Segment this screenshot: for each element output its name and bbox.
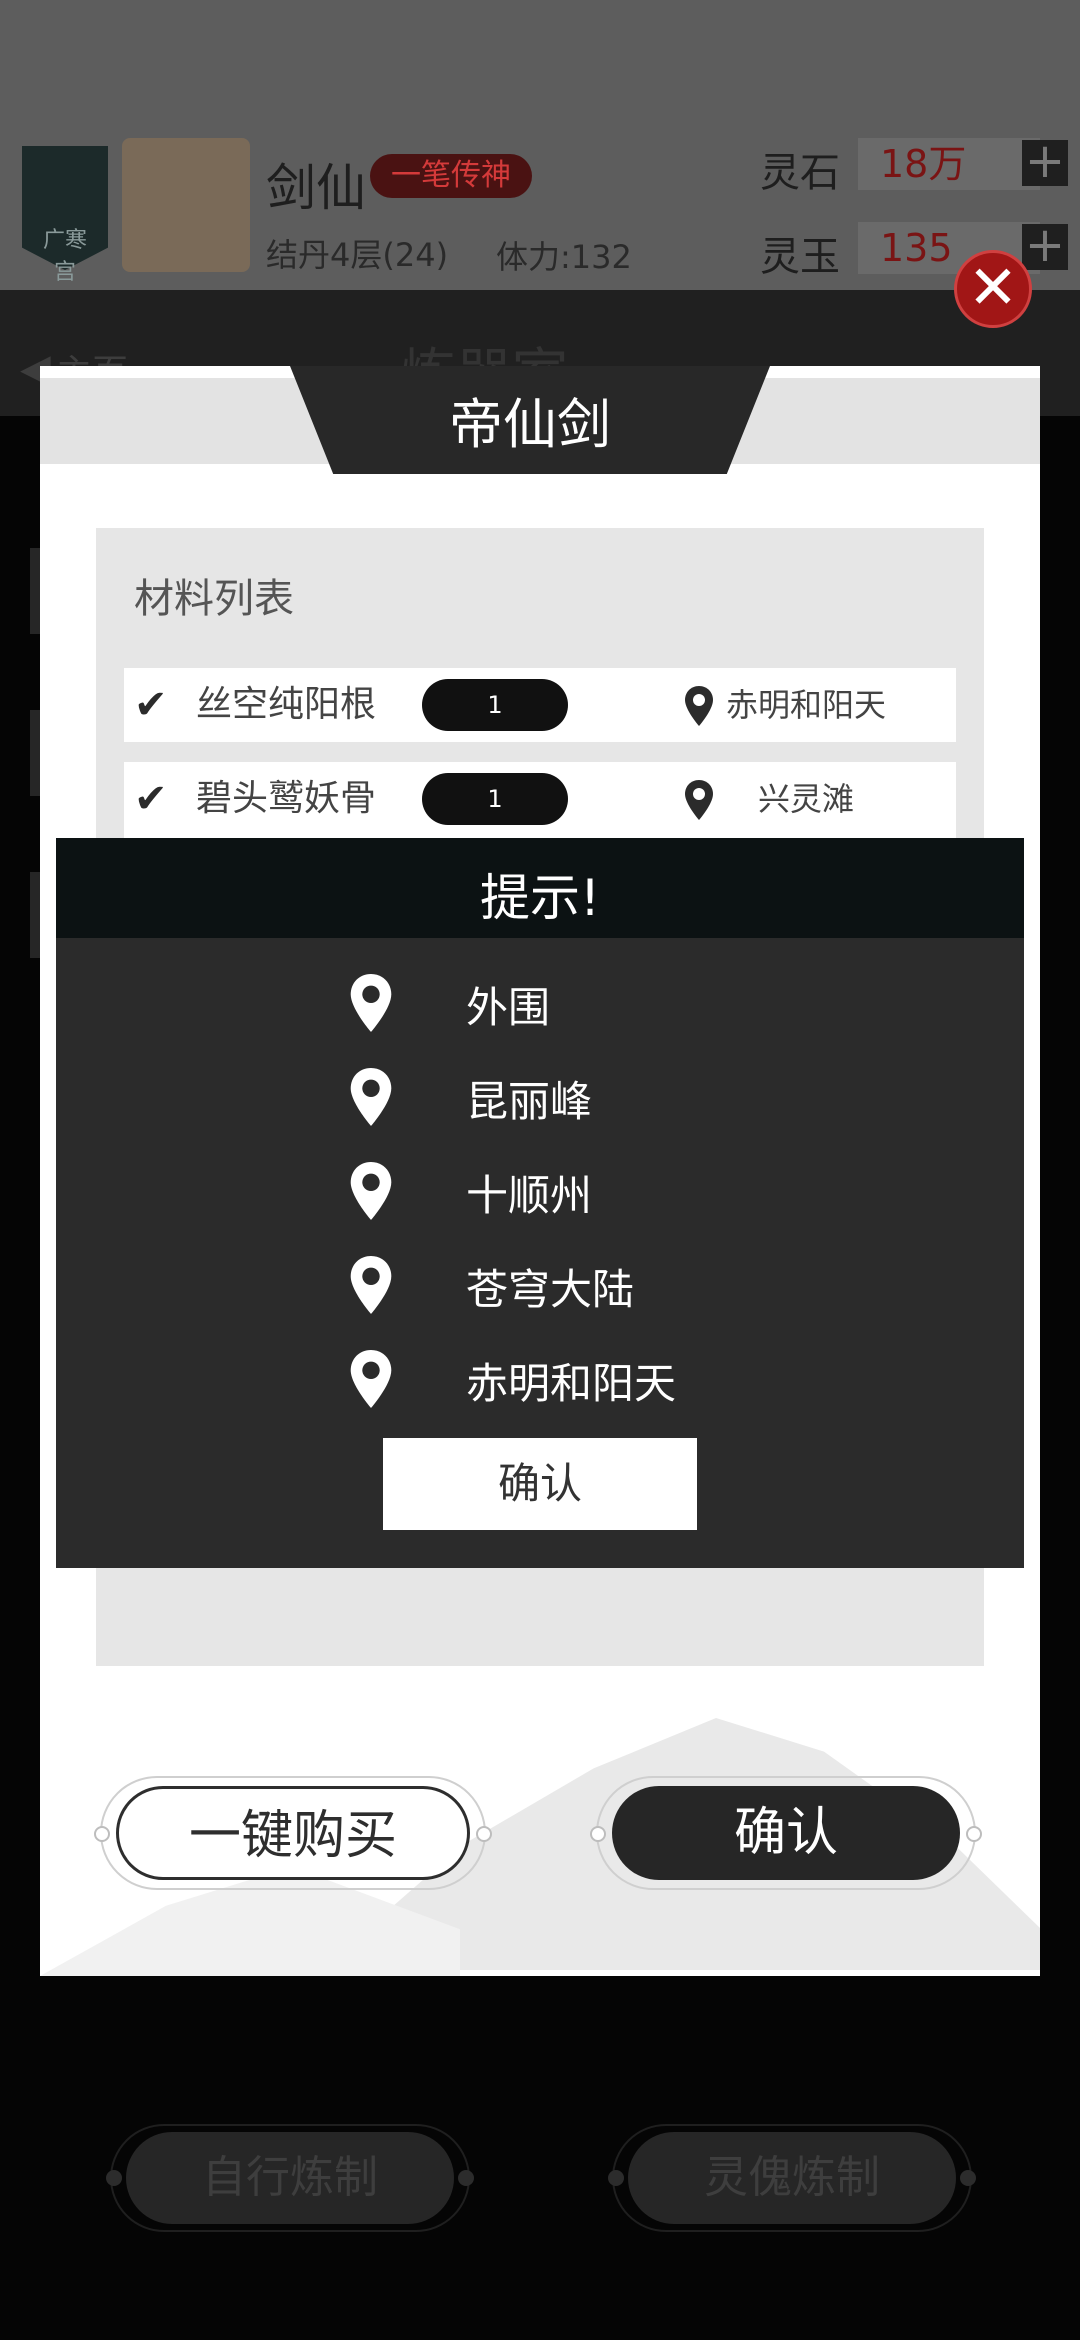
player-level: 结丹4层(24) — [266, 236, 449, 274]
check-icon: ✔ — [134, 682, 168, 728]
ring-dot — [608, 2170, 624, 2186]
ring-dot — [106, 2170, 122, 2186]
location-pin-icon — [348, 1068, 394, 1130]
hint-location-item[interactable]: 苍穹大陆 — [466, 1256, 634, 1317]
hint-popup-title: 提示! — [479, 869, 601, 927]
hint-location-item[interactable]: 十顺州 — [466, 1162, 592, 1223]
add-spirit-stone-button[interactable]: + — [1022, 137, 1068, 186]
self-craft-button[interactable]: 自行炼制 — [126, 2132, 454, 2224]
location-pin-icon — [348, 1162, 394, 1224]
list-item[interactable]: ✔ 碧头鹫妖骨 1 兴灵滩 — [124, 762, 956, 838]
material-name: 碧头鹫妖骨 — [196, 778, 377, 819]
ring-dot — [476, 1826, 492, 1842]
add-spirit-jade-button[interactable]: + — [1022, 221, 1068, 270]
puppet-craft-button[interactable]: 灵傀炼制 — [628, 2132, 956, 2224]
material-quantity: 1 — [422, 773, 568, 825]
plus-icon: + — [1024, 133, 1066, 189]
sect-badge-text: 广寒宫 — [42, 228, 87, 285]
plus-icon: + — [1024, 217, 1066, 273]
hint-confirm-button[interactable]: 确认 — [383, 1438, 697, 1530]
ring-dot — [94, 1826, 110, 1842]
avatar[interactable] — [122, 138, 250, 272]
location-pin-icon — [684, 780, 714, 824]
currency-label-spirit-jade: 灵玉 — [760, 234, 840, 280]
check-icon: ✔ — [134, 776, 168, 822]
location-pin-icon — [348, 1350, 394, 1412]
location-pin-icon — [348, 1256, 394, 1318]
hint-location-item[interactable]: 赤明和阳天 — [466, 1350, 676, 1411]
materials-heading: 材料列表 — [134, 576, 294, 622]
ring-dot — [966, 1826, 982, 1842]
material-name: 丝空纯阳根 — [196, 684, 377, 725]
hint-location-item[interactable]: 外围 — [466, 974, 550, 1035]
material-location[interactable]: 赤明和阳天 — [726, 668, 886, 742]
currency-label-spirit-stone: 灵石 — [760, 150, 840, 196]
ring-dot — [458, 2170, 474, 2186]
ring-dot — [960, 2170, 976, 2186]
location-pin-icon — [684, 686, 714, 730]
player-stamina: 体力:132 — [496, 238, 632, 276]
material-quantity: 1 — [422, 679, 568, 731]
modal-title: 帝仙剑 — [449, 393, 611, 456]
confirm-button[interactable]: 确认 — [612, 1786, 960, 1880]
hint-location-item[interactable]: 昆丽峰 — [466, 1068, 592, 1129]
currency-value-spirit-stone: 18万 — [858, 138, 1040, 190]
location-pin-icon — [348, 974, 394, 1036]
player-name: 剑仙 — [266, 159, 366, 217]
close-button[interactable]: ✕ — [954, 250, 1032, 328]
buy-all-button[interactable]: 一键购买 — [116, 1786, 470, 1880]
ring-dot — [590, 1826, 606, 1842]
list-item[interactable]: ✔ 丝空纯阳根 1 赤明和阳天 — [124, 668, 956, 742]
close-icon: ✕ — [967, 253, 1019, 323]
material-location[interactable]: 兴灵滩 — [758, 762, 854, 836]
player-title-tag: 一笔传神 — [370, 154, 532, 198]
